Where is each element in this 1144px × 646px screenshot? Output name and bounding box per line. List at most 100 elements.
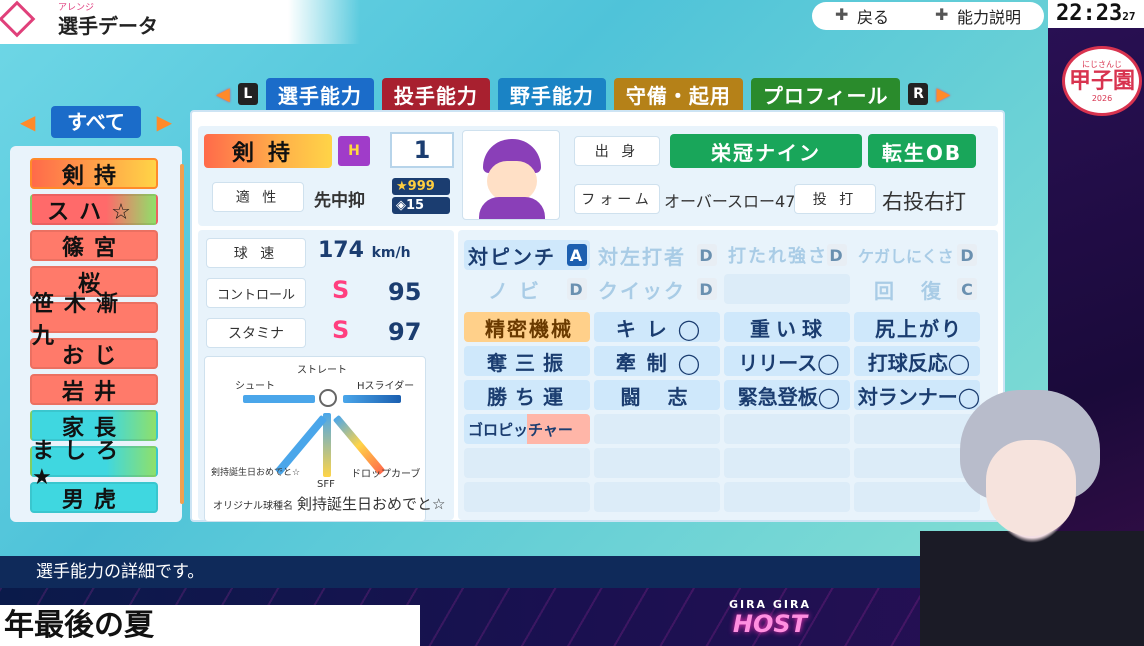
ability-special[interactable]: 闘 志 (594, 380, 720, 410)
rank-badge: A (567, 244, 587, 266)
rank-badge: C (957, 278, 977, 300)
list-item[interactable]: 剣持 (30, 158, 158, 189)
ability-recovery[interactable]: 回 復C (854, 274, 980, 304)
list-item[interactable]: 岩井 (30, 374, 158, 405)
clock-time: 22:23 (1056, 1, 1123, 26)
tab-prev-arrow-icon[interactable]: ◀ (216, 84, 230, 105)
tab-pitcher-ability[interactable]: 投手能力 (381, 78, 490, 110)
list-item[interactable]: ましろ★ (30, 439, 158, 490)
pitch-original-left-label: 剣持誕生日おめでと☆ (211, 468, 301, 478)
pitch-drop-label: ドロップカーブ (351, 469, 421, 480)
throw-value: 右投右打 (882, 190, 966, 214)
form-label: フォーム (574, 184, 660, 214)
control-value: 95 (388, 278, 422, 306)
ability-special[interactable]: 緊急登板◯ (724, 380, 850, 410)
ability-slot-empty (724, 448, 850, 478)
filter-prev-icon[interactable]: ◀ (20, 110, 35, 134)
filter-next-icon[interactable]: ▶ (157, 110, 172, 134)
tab-bar: ◀ L 選手能力 投手能力 野手能力 守備・起用 プロフィール R ▶ (216, 78, 950, 110)
tab-fielder-ability[interactable]: 野手能力 (497, 78, 606, 110)
back-button[interactable]: 戻る (835, 4, 889, 28)
list-item[interactable]: 篠宮 (30, 230, 158, 261)
avatar-body (479, 197, 545, 219)
ability-special[interactable]: 精密機械 (464, 312, 590, 342)
ability-special[interactable]: 尻上がり (854, 312, 980, 342)
rank-badge: D (567, 278, 587, 300)
stamina-label: スタミナ (206, 318, 306, 348)
hand-badge: H (338, 136, 370, 166)
streamer-avatar (920, 390, 1144, 646)
dpad-icon (935, 5, 951, 24)
ability-slot-empty (724, 482, 850, 512)
help-button[interactable]: 能力説明 (935, 4, 1021, 28)
list-item[interactable]: スハ☆ (30, 194, 158, 225)
help-label: 能力説明 (956, 8, 1021, 27)
speed-number: 174 (318, 238, 364, 263)
ability-slot-empty (724, 414, 850, 444)
r-key[interactable]: R (908, 83, 929, 105)
ability-vs-left[interactable]: 対左打者 D (594, 240, 720, 270)
speed-unit: km/h (371, 245, 411, 261)
dpad-icon (835, 5, 851, 24)
help-text-bar: 選手能力の詳細です。 (0, 556, 1048, 588)
ability-slot-empty (594, 448, 720, 478)
player-list: 剣持 スハ☆ 篠宮 桜 笹木漸九 おじ 岩井 家長 ましろ★ 男虎 (10, 146, 184, 522)
list-item[interactable]: 笹木漸九 (30, 292, 158, 349)
ability-special[interactable]: 打球反応◯ (854, 346, 980, 376)
stream-brand-logo: GIRA GIRA HOST (700, 598, 840, 644)
ability-special[interactable]: 勝ち運 (464, 380, 590, 410)
origin-value: 栄冠ナイン (670, 134, 862, 168)
control-grade: S (332, 276, 350, 304)
ability-clutch[interactable]: 対ピンチ A (464, 240, 590, 270)
origin-label: 出 身 (574, 136, 660, 166)
tab-next-arrow-icon[interactable]: ▶ (936, 84, 950, 105)
ability-special[interactable]: 牽 制 ◯ (594, 346, 720, 376)
list-scrollbar[interactable] (180, 164, 184, 504)
ability-special[interactable]: ゴロピッチャー (464, 414, 590, 444)
stream-ticker: 年最後の夏 (0, 605, 420, 646)
ability-resilience[interactable]: 打たれ強さ D (724, 240, 850, 270)
ability-injury[interactable]: ケガしにくさ D (854, 240, 980, 270)
brand-large: HOST (732, 610, 808, 638)
clock: 22:2327 (1048, 0, 1144, 28)
ability-special[interactable]: 重い球 (724, 312, 850, 342)
stamina-value: 97 (388, 318, 422, 346)
ability-slot-empty (594, 482, 720, 512)
control-label: コントロール (206, 278, 306, 308)
l-key[interactable]: L (237, 83, 258, 105)
throw-label: 投 打 (794, 184, 876, 214)
original-pitch-caption: オリジナル球種名 (213, 501, 293, 512)
rank-badge: D (827, 244, 847, 266)
ability-special[interactable]: リリース◯ (724, 346, 850, 376)
tournament-logo: にじさんじ 甲子園 2026 (1062, 46, 1142, 116)
ability-quick[interactable]: クイック D (594, 274, 720, 304)
logo-main: 甲子園 (1068, 69, 1135, 94)
title-diamond-icon (0, 0, 36, 38)
clock-seconds: 27 (1122, 10, 1136, 23)
pitch-chart: ストレート シュート Hスライダー 剣持誕生日おめでと☆ ドロップカーブ SFF… (204, 356, 445, 522)
tab-player-ability[interactable]: 選手能力 (265, 78, 374, 110)
ability-special[interactable]: キ レ ◯ (594, 312, 720, 342)
player-avatar (462, 130, 560, 220)
speed-value: 174 km/h (318, 238, 411, 263)
tab-defense[interactable]: 守備・起用 (613, 78, 743, 110)
tab-profile[interactable]: プロフィール (750, 78, 901, 110)
ability-slot-empty (464, 448, 590, 478)
ability-slot-empty (594, 414, 720, 444)
page-title: 選手データ (58, 14, 158, 38)
avatar-face (487, 161, 537, 201)
form-value: オーバースロー47 (664, 192, 796, 211)
ability-spin[interactable]: ノ ビD (464, 274, 590, 304)
pitch-hslider-label: Hスライダー (357, 381, 415, 392)
ball-icon (319, 389, 337, 407)
speed-label: 球 速 (206, 238, 306, 268)
top-nav: 戻る 能力説明 (812, 2, 1044, 30)
origin-tag: 転生OB (868, 134, 976, 168)
ability-special[interactable]: 奪三振 (464, 346, 590, 376)
aptitude-label: 適 性 (212, 182, 304, 212)
rank-badges: ★999 ◈15 (392, 178, 450, 214)
filter-selector[interactable]: ◀ すべて ▶ (20, 106, 172, 138)
pitch-shoot-bar (243, 395, 315, 403)
logo-year: 2026 (1091, 94, 1113, 103)
pitch-straight-label: ストレート (297, 365, 347, 376)
